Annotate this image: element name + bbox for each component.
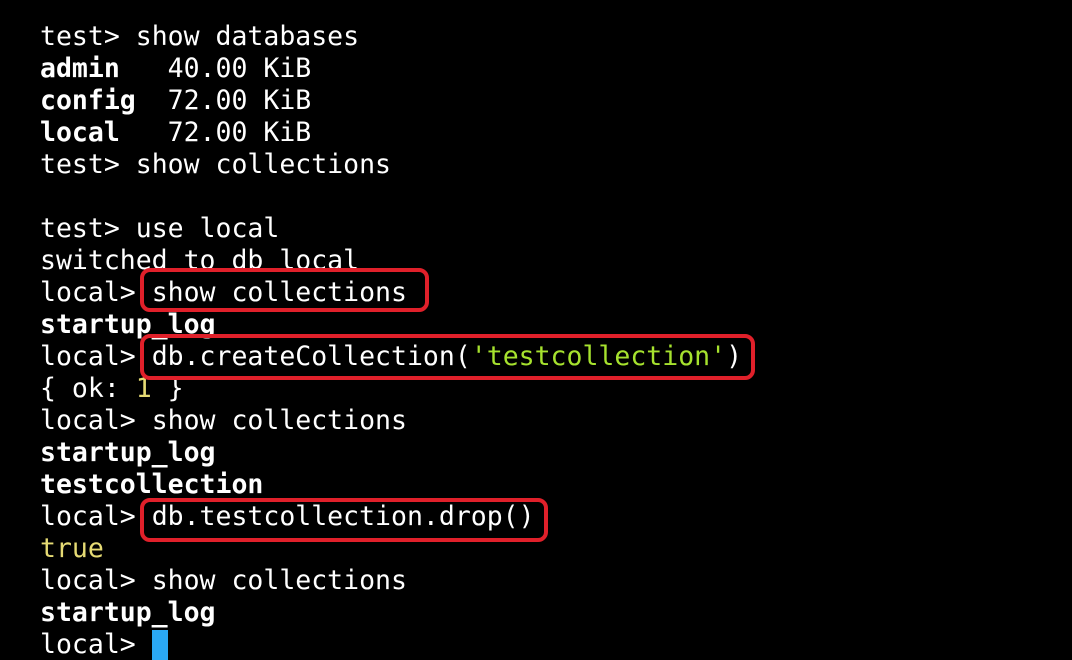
highlight-box [140, 498, 548, 542]
db-size: 72.00 KiB [119, 117, 312, 148]
db-list-row: local 72.00 KiB [40, 117, 311, 149]
db-name: config [40, 85, 136, 116]
prompt: test> [40, 149, 136, 180]
command-text: use local [135, 213, 280, 244]
command-text: show collections [151, 405, 407, 436]
terminal-line: local> show collections [40, 565, 407, 597]
prompt: local> [40, 565, 152, 596]
output-line: true [40, 533, 104, 564]
highlight-box [140, 334, 755, 380]
terminal-line: local> [40, 629, 152, 660]
output-text: { ok: [40, 373, 136, 404]
terminal-line: test> use local [40, 213, 279, 245]
prompt: test> [40, 21, 136, 52]
prompt: local> [40, 501, 152, 532]
terminal-line: test> show collections [40, 149, 391, 181]
prompt: local> [40, 405, 152, 436]
terminal-line: test> show databases [40, 21, 359, 53]
command-text: show collections [151, 565, 407, 596]
db-list-row: admin 40.00 KiB [40, 53, 311, 85]
collection-name: startup_log [40, 437, 216, 468]
prompt: local> [40, 629, 152, 660]
prompt: local> [40, 277, 152, 308]
text-cursor[interactable] [152, 630, 168, 660]
collection-name: testcollection [40, 469, 264, 500]
highlight-box [140, 268, 429, 312]
db-name: local [40, 117, 120, 148]
command-text: show databases [135, 21, 360, 52]
prompt: local> [40, 341, 152, 372]
prompt: test> [40, 213, 136, 244]
db-size: 40.00 KiB [119, 53, 312, 84]
terminal-line: local> show collections [40, 405, 407, 437]
collection-name: startup_log [40, 597, 216, 628]
db-size: 72.00 KiB [135, 85, 312, 116]
db-list-row: config 72.00 KiB [40, 85, 311, 117]
db-name: admin [40, 53, 120, 84]
command-text: show collections [135, 149, 392, 180]
terminal-window[interactable]: test> show databases admin 40.00 KiB con… [0, 0, 1072, 660]
